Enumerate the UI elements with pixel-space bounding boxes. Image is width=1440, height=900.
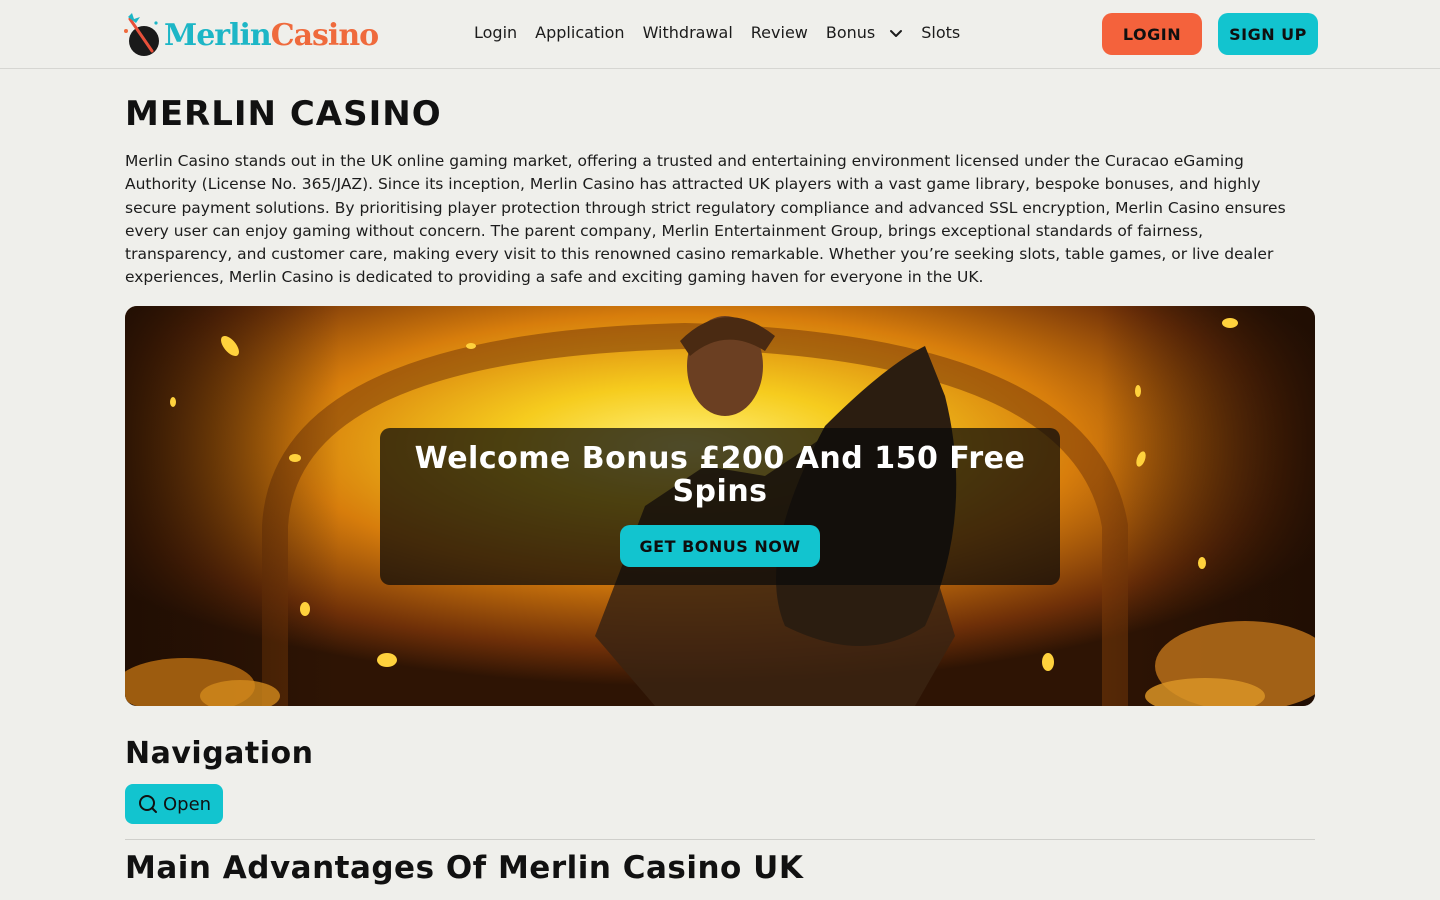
site-header: Merlin Casino Login Application Withdrawa… — [0, 0, 1440, 69]
search-icon — [139, 795, 157, 813]
logo-text-merlin: Merlin — [164, 17, 272, 53]
nav-application[interactable]: Application — [535, 22, 624, 44]
nav-bonus-dropdown[interactable]: Bonus — [826, 22, 903, 44]
get-bonus-button[interactable]: GET BONUS NOW — [620, 525, 820, 567]
logo-text-casino: Casino — [270, 17, 379, 53]
login-button[interactable]: LOGIN — [1102, 13, 1202, 55]
hero-offer-panel: Welcome Bonus £200 And 150 Free Spins GE… — [380, 428, 1060, 585]
nav-bonus-label: Bonus — [825, 23, 876, 42]
section-divider — [125, 839, 1315, 840]
signup-button[interactable]: SIGN UP — [1218, 13, 1318, 55]
page-title: MERLIN CASINO — [125, 94, 442, 134]
intro-paragraph: Merlin Casino stands out in the UK onlin… — [125, 152, 1286, 287]
chevron-down-icon — [890, 30, 903, 37]
navigation-heading: Navigation — [125, 736, 314, 771]
nav-slots[interactable]: Slots — [921, 22, 960, 44]
nav-login[interactable]: Login — [474, 22, 517, 44]
wizard-orb-icon — [124, 13, 159, 56]
site-logo[interactable]: Merlin Casino — [122, 10, 379, 60]
main-nav: Login Application Withdrawal Review Bonu… — [474, 22, 978, 44]
open-label: Open — [163, 793, 212, 815]
nav-withdrawal[interactable]: Withdrawal — [643, 22, 733, 44]
hero-offer-title: Welcome Bonus £200 And 150 Free Spins — [414, 441, 1026, 509]
nav-review[interactable]: Review — [751, 22, 808, 44]
advantages-heading: Main Advantages Of Merlin Casino UK — [125, 850, 804, 886]
hero-banner: Welcome Bonus £200 And 150 Free Spins GE… — [125, 306, 1315, 706]
open-navigation-button[interactable]: Open — [125, 784, 223, 824]
logo-wordmark: Merlin Casino — [164, 17, 379, 53]
